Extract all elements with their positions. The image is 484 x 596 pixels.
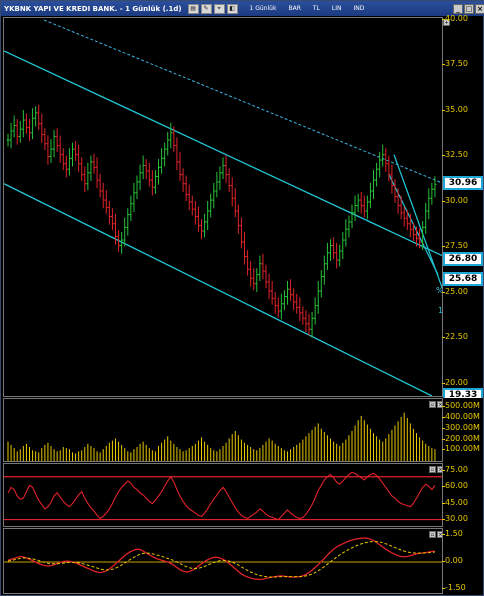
chart-window: YKBNK YAPI VE KREDI BANK. - 1 Günlük (.1… xyxy=(0,0,484,596)
price-axis-tick: 22.50 xyxy=(442,332,468,342)
toolbar-button[interactable]: ⌖ xyxy=(213,3,225,14)
rsi-axis-tick: 60.00 xyxy=(442,481,468,491)
price-axis-tick: 40.00 xyxy=(442,14,468,23)
close-button[interactable]: × xyxy=(475,3,484,14)
macd-axis: 1.50 0.00 -1.50 xyxy=(442,528,483,594)
macd-line xyxy=(7,537,435,581)
macd-axis-tick: -1.50 xyxy=(442,583,466,593)
level-box-1: 26.80 xyxy=(443,252,483,267)
minimize-button[interactable]: _ xyxy=(453,3,463,14)
volume-axis: 500.00M 400.00M 300.00M 200.00M 100.00M xyxy=(442,398,483,462)
last-price-box: 30.96 xyxy=(443,176,483,191)
rsi-axis-tick: 45.00 xyxy=(442,497,468,507)
level-box-2: 25.68 xyxy=(443,272,483,287)
toolbar-button[interactable]: ▤ xyxy=(187,3,199,14)
volume-axis-tick: 300.00M xyxy=(442,422,480,432)
macd-axis-tick: 0.00 xyxy=(442,556,463,565)
rsi-line xyxy=(7,471,436,521)
macd-panel[interactable]: ▫ × xyxy=(3,528,443,594)
price-axis-tick: 32.50 xyxy=(442,150,468,160)
panel-settings-icon[interactable]: ▫ xyxy=(429,401,436,408)
price-axis-tick: 25.00 xyxy=(442,286,468,296)
price-axis-tick: 27.50 xyxy=(442,241,468,251)
maximize-button[interactable]: □ xyxy=(464,3,474,14)
macd-chart xyxy=(4,537,442,581)
toolbar-currency[interactable]: TL xyxy=(313,5,320,12)
rsi-axis-tick: 30.00 xyxy=(442,513,468,523)
toolbar: ▤ ✎ ⌖ ◧ 1 Günlük BAR TL LIN IND xyxy=(187,3,364,14)
rsi-chart xyxy=(4,471,442,521)
volume-axis-tick: 200.00M xyxy=(442,433,480,443)
toolbar-chart-type[interactable]: BAR xyxy=(288,5,300,12)
window-titlebar[interactable]: YKBNK YAPI VE KREDI BANK. - 1 Günlük (.1… xyxy=(1,1,484,16)
wedge-line-1 xyxy=(393,154,442,290)
panel-settings-icon[interactable]: ▫ xyxy=(429,531,436,538)
toolbar-indicator[interactable]: IND xyxy=(353,5,364,12)
toolbar-button[interactable]: ◧ xyxy=(226,3,238,14)
price-axis: + 40.00 37.50 35.00 32.50 30.00 27.50 25.00 22.… xyxy=(442,14,483,402)
toolbar-button[interactable]: ✎ xyxy=(200,3,212,14)
price-axis-tick: 37.50 xyxy=(442,59,468,69)
rsi-panel[interactable]: ▫ × xyxy=(3,463,443,527)
price-panel[interactable]: % 15 xyxy=(3,17,443,397)
rsi-axis-tick: 75.00 xyxy=(442,465,468,475)
volume-chart xyxy=(7,412,436,461)
volume-panel[interactable]: ▫ × xyxy=(3,398,443,462)
window-title: YKBNK YAPI VE KREDI BANK. - 1 Günlük (.1… xyxy=(4,4,182,13)
price-axis-tick: 35.00 xyxy=(442,104,468,114)
macd-axis-tick: 1.50 xyxy=(442,528,463,538)
price-chart xyxy=(4,19,442,396)
volume-axis-tick: 100.00M xyxy=(442,444,480,454)
price-axis-tick: 30.00 xyxy=(442,195,468,205)
rsi-axis: 75.00 60.00 45.00 30.00 xyxy=(442,463,483,527)
price-axis-tick: 20.00 xyxy=(442,377,468,387)
panel-settings-icon[interactable]: ▫ xyxy=(429,466,436,473)
volume-axis-tick: 500.00M xyxy=(442,401,480,411)
annotation-pct: % xyxy=(436,286,443,295)
toolbar-timeframe[interactable]: 1 Günlük xyxy=(250,5,277,12)
toolbar-scale[interactable]: LIN xyxy=(332,5,342,12)
volume-axis-tick: 400.00M xyxy=(442,412,480,422)
